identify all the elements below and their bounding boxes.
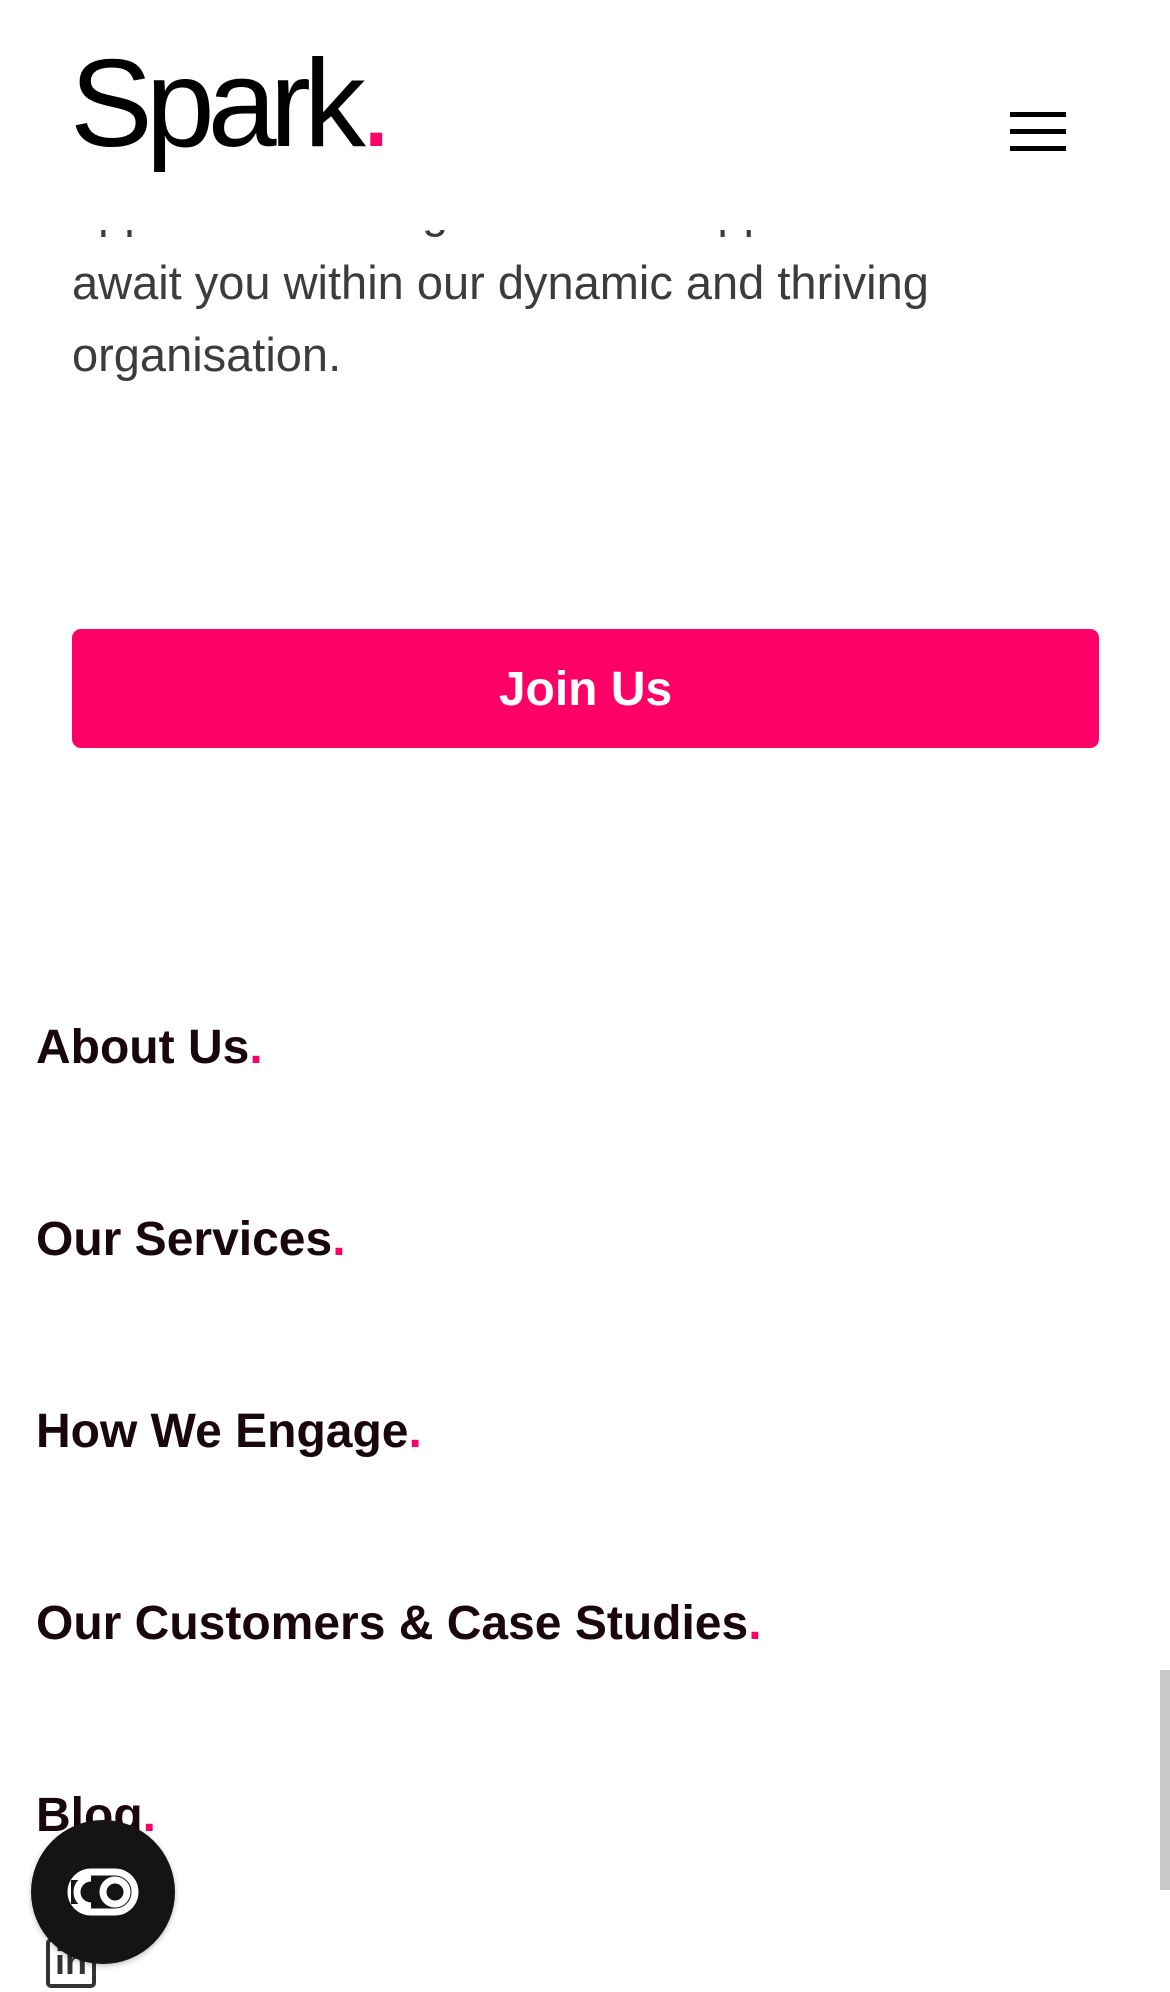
page-scrollbar[interactable] bbox=[1160, 1670, 1170, 1890]
footer-link-about-us[interactable]: About Us. bbox=[36, 1024, 263, 1072]
accessibility-toggle-icon bbox=[67, 1868, 139, 1916]
menu-bar bbox=[1010, 146, 1066, 151]
nav-link-dot: . bbox=[249, 1021, 263, 1074]
nav-link-dot: . bbox=[748, 1597, 762, 1650]
site-header: Spark. bbox=[0, 0, 1170, 230]
accessibility-toggle-button[interactable] bbox=[31, 1820, 175, 1964]
join-us-button[interactable]: Join Us bbox=[72, 629, 1099, 748]
logo-text: Spark bbox=[70, 35, 366, 173]
footer-link-customers-case-studies[interactable]: Our Customers & Case Studies. bbox=[36, 1600, 762, 1648]
footer-link-our-services[interactable]: Our Services. bbox=[36, 1216, 346, 1264]
nav-link-dot: . bbox=[332, 1213, 346, 1266]
menu-bar bbox=[1010, 129, 1066, 134]
footer-link-how-we-engage[interactable]: How We Engage. bbox=[36, 1408, 422, 1456]
intro-line-2: organisation. bbox=[72, 328, 342, 381]
hamburger-menu-icon[interactable] bbox=[1010, 112, 1068, 154]
nav-link-label: Our Services bbox=[36, 1213, 333, 1266]
nav-link-label: How We Engage bbox=[36, 1405, 409, 1458]
site-logo[interactable]: Spark. bbox=[70, 42, 394, 166]
nav-link-dot: . bbox=[408, 1405, 422, 1458]
logo-dot: . bbox=[358, 35, 394, 173]
nav-link-label: Our Customers & Case Studies bbox=[36, 1597, 749, 1650]
nav-link-label: About Us bbox=[36, 1021, 250, 1074]
menu-bar bbox=[1010, 112, 1066, 117]
intro-line-1: await you within our dynamic and thrivin… bbox=[72, 256, 929, 309]
